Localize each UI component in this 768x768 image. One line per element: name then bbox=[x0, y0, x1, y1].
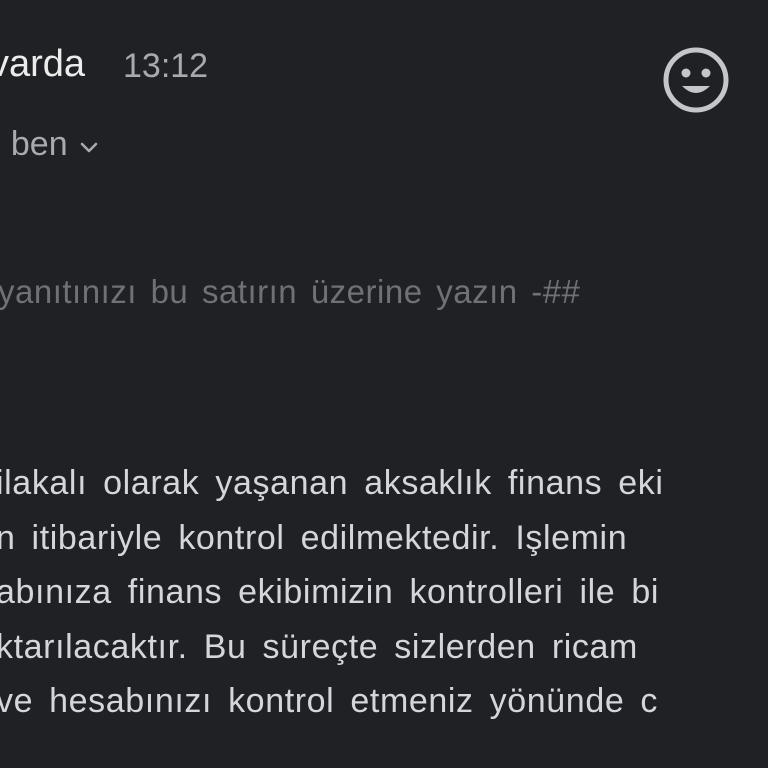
recipient-details-toggle[interactable]: : ben bbox=[0, 122, 100, 166]
message-body: ilakalı olarak yaşanan aksaklık finans e… bbox=[0, 456, 664, 729]
body-line: ilakalı olarak yaşanan aksaklık finans e… bbox=[0, 464, 664, 502]
sender-name: varda bbox=[0, 43, 86, 85]
emoji-reaction-button[interactable] bbox=[660, 44, 732, 116]
body-line: abınıza finans ekibimizin kontrolleri il… bbox=[0, 573, 660, 611]
email-message-view: varda 13:12 : ben yanıtınızı bu satırın … bbox=[0, 0, 768, 768]
message-time: 13:12 bbox=[123, 47, 209, 85]
recipient-label: : ben bbox=[0, 125, 68, 163]
reply-above-line-marker: yanıtınızı bu satırın üzerine yazın -## bbox=[0, 273, 581, 310]
body-line: n itibariyle kontrol edilmektedir. Işlem… bbox=[0, 518, 628, 557]
chevron-down-icon bbox=[80, 142, 97, 153]
body-line: ktarılacaktır. Bu süreçte sizlerden rica… bbox=[0, 627, 638, 666]
smiley-face-icon bbox=[663, 47, 729, 113]
body-line: ve hesabınızı kontrol etmeniz yönünde c bbox=[0, 682, 658, 720]
